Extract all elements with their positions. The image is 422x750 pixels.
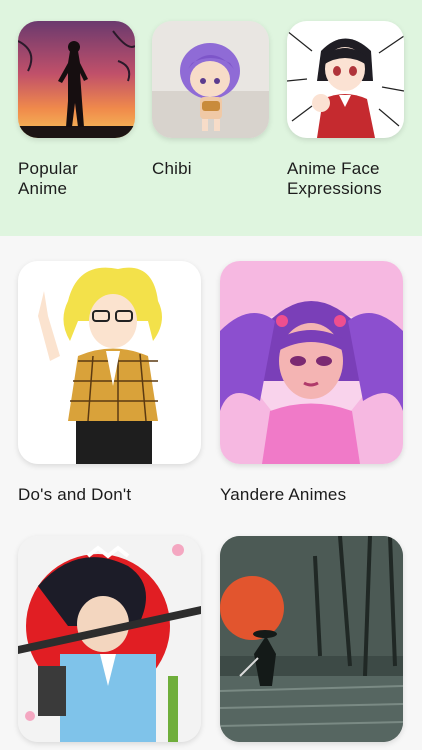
swordsman-thumbnail <box>220 536 403 742</box>
anime-face-expressions-thumbnail <box>287 21 404 138</box>
category-label: Chibi <box>152 159 192 178</box>
yandere-animes-thumbnail <box>220 261 403 464</box>
category-label: Do's and Don't <box>18 485 132 504</box>
category-label: Popular Anime <box>18 159 78 198</box>
category-label: Yandere Animes <box>220 485 347 504</box>
popular-anime-thumbnail <box>18 21 135 138</box>
dos-and-donts-thumbnail <box>18 261 201 464</box>
samurai-thumbnail <box>18 536 201 742</box>
category-label: Anime Face Expressions <box>287 159 382 198</box>
chibi-thumbnail <box>152 21 269 138</box>
